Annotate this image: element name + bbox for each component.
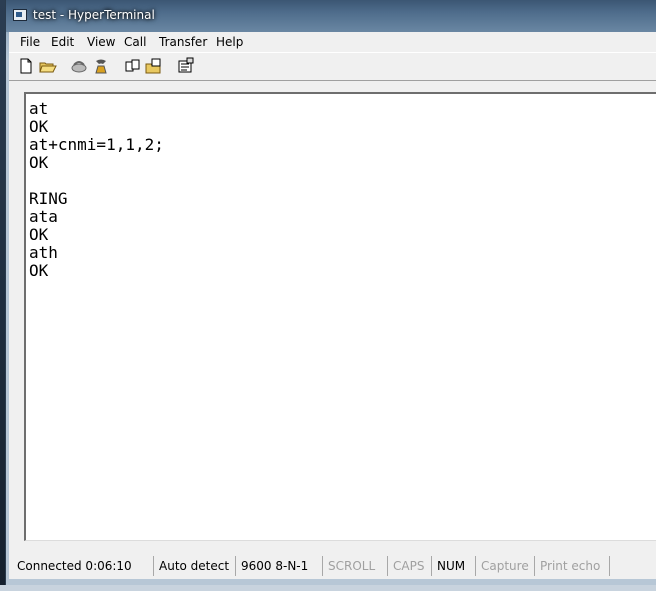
terminal-line: OK <box>29 153 49 172</box>
properties-icon[interactable] <box>177 57 195 75</box>
window-title: test - HyperTerminal <box>33 8 155 22</box>
send-icon[interactable] <box>123 57 141 75</box>
status-bar: Connected 0:06:10 Auto detect 9600 8-N-1… <box>9 554 656 579</box>
open-icon[interactable] <box>39 57 57 75</box>
toolbar <box>9 52 656 81</box>
status-num: NUM <box>432 556 476 576</box>
status-detect: Auto detect <box>154 556 236 576</box>
menu-edit[interactable]: Edit <box>51 35 74 49</box>
terminal-line: OK <box>29 261 49 280</box>
terminal-screen[interactable]: at OK at+cnmi=1,1,2; OK RING ata OK ath … <box>24 92 656 541</box>
terminal-line: OK <box>29 225 49 244</box>
terminal-line: RING <box>29 189 68 208</box>
menu-transfer[interactable]: Transfer <box>159 35 207 49</box>
status-scroll: SCROLL <box>323 556 388 576</box>
menu-help[interactable]: Help <box>216 35 243 49</box>
app-icon[interactable] <box>13 9 27 21</box>
terminal-line: ath <box>29 243 58 262</box>
menu-file[interactable]: File <box>20 35 40 49</box>
menu-call[interactable]: Call <box>124 35 146 49</box>
status-settings: 9600 8-N-1 <box>236 556 323 576</box>
status-capture: Capture <box>476 556 535 576</box>
terminal-line: OK <box>29 117 49 136</box>
terminal-line: at+cnmi=1,1,2; <box>29 135 164 154</box>
hyperterminal-window: test - HyperTerminal File Edit View Call… <box>5 0 656 585</box>
receive-icon[interactable] <box>145 57 163 75</box>
menu-view[interactable]: View <box>87 35 115 49</box>
new-connection-icon[interactable] <box>17 57 35 75</box>
status-print-echo: Print echo <box>535 556 610 576</box>
taskbar <box>0 585 656 591</box>
terminal-line: ata <box>29 207 58 226</box>
status-connected: Connected 0:06:10 <box>12 556 154 576</box>
menu-bar: File Edit View Call Transfer Help <box>9 32 656 52</box>
disconnect-icon[interactable] <box>92 57 110 75</box>
client-area: File Edit View Call Transfer Help at OK … <box>9 32 656 579</box>
status-caps: CAPS <box>388 556 432 576</box>
connect-icon[interactable] <box>70 57 88 75</box>
title-bar[interactable]: test - HyperTerminal <box>6 0 656 32</box>
terminal-line: at <box>29 99 49 118</box>
